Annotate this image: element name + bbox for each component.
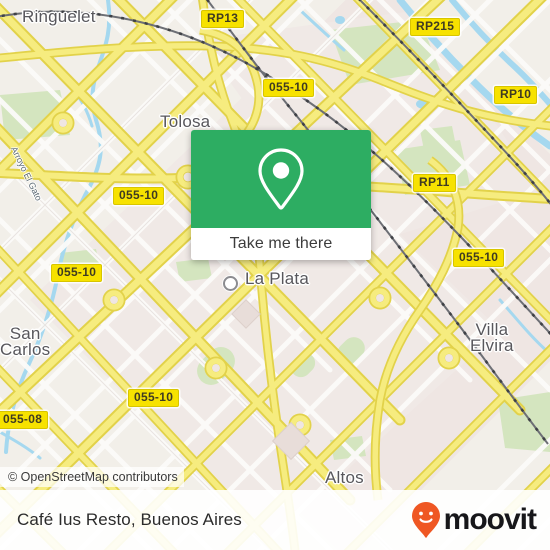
take-me-there-button[interactable]: Take me there — [191, 228, 371, 260]
footer-bar: Café Ius Resto, Buenos Aires moovit — [0, 490, 550, 550]
map-pin-icon — [258, 148, 304, 210]
moovit-smiley-pin-icon — [411, 502, 440, 538]
road-shield-055-10-north[interactable]: 055-10 — [263, 79, 315, 97]
road-shield-rp215[interactable]: RP215 — [410, 18, 461, 36]
road-shield-055-10-east[interactable]: 055-10 — [453, 249, 505, 267]
map-attribution[interactable]: © OpenStreetMap contributors — [0, 467, 184, 487]
moovit-map-screenshot: Ringuelet Tolosa La Plata San Carlos Vil… — [0, 0, 550, 550]
location-popup-card[interactable]: Take me there — [191, 130, 371, 260]
road-shield-055-08[interactable]: 055-08 — [0, 411, 49, 429]
road-shield-rp11[interactable]: RP11 — [413, 174, 456, 192]
road-shield-rp10[interactable]: RP10 — [494, 86, 538, 104]
road-shield-055-10-south[interactable]: 055-10 — [128, 389, 180, 407]
city-marker-la-plata — [223, 276, 238, 291]
road-shield-055-10-southwest[interactable]: 055-10 — [51, 264, 103, 282]
popup-header — [191, 130, 371, 228]
moovit-brand-logo[interactable]: moovit — [411, 501, 537, 539]
location-title: Café Ius Resto, Buenos Aires — [17, 510, 242, 529]
take-me-there-label: Take me there — [229, 235, 333, 252]
moovit-wordmark: moovit — [443, 503, 537, 536]
road-shield-055-10-west[interactable]: 055-10 — [113, 187, 165, 205]
road-shield-rp13[interactable]: RP13 — [201, 10, 245, 28]
